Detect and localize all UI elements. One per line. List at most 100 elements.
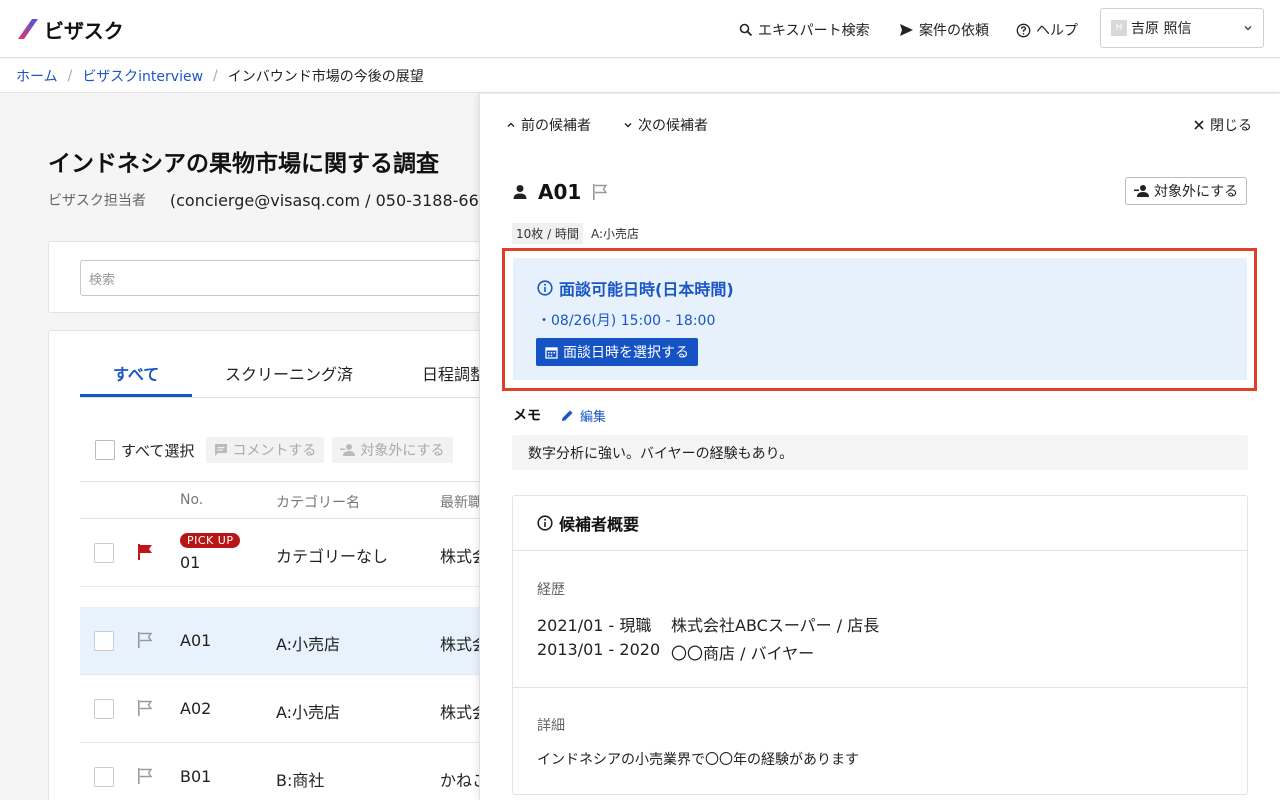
logo-text: ビザスク [44, 18, 124, 43]
availability-box: 面談可能日時(日本時間) ・08/26(月) 15:00 - 18:00 面談日… [513, 258, 1247, 380]
breadcrumb-home[interactable]: ホーム [16, 66, 58, 86]
detail-text: インドネシアの小売業界で〇〇年の経験があります [537, 752, 859, 768]
availability-slot: ・08/26(月) 15:00 - 18:00 [537, 313, 716, 329]
table-row[interactable]: B01 B:商社 かねこ [80, 743, 510, 800]
col-no: No. [180, 492, 204, 508]
next-candidate-label: 次の候補者 [638, 118, 708, 134]
career-desc: 株式会社ABCスーパー / 店長 [671, 616, 880, 635]
overview-title: 候補者概要 [559, 515, 640, 534]
active-tab-indicator [80, 394, 192, 397]
row-no: 01 [180, 553, 201, 572]
flag-outline-icon[interactable] [136, 767, 154, 785]
calendar-icon [545, 346, 558, 359]
flag-filled-icon[interactable] [136, 543, 154, 561]
user-name: 吉原 照信 [1131, 21, 1192, 37]
flag-outline-icon[interactable] [136, 631, 154, 649]
logo[interactable]: ビザスク [16, 15, 124, 43]
row-no: A02 [180, 699, 212, 718]
pickup-badge: PICK UP [180, 533, 241, 548]
select-all-checkbox[interactable] [95, 440, 115, 460]
pencil-icon [562, 410, 573, 421]
row-checkbox[interactable] [94, 699, 114, 719]
bulk-comment-label: コメントする [232, 443, 317, 459]
info-icon [537, 280, 553, 296]
person-icon [513, 185, 527, 199]
close-panel-button[interactable]: 閉じる [1193, 115, 1252, 135]
person-remove-icon [1134, 185, 1149, 197]
select-interview-time-label: 面談日時を選択する [563, 345, 689, 361]
availability-title: 面談可能日時(日本時間) [537, 276, 734, 300]
nav-request[interactable]: 案件の依頼 [899, 19, 989, 41]
prev-candidate-label: 前の候補者 [521, 118, 591, 134]
col-latest: 最新職 [440, 495, 482, 511]
overview-divider [513, 687, 1247, 688]
memo-header: メモ 編集 [513, 405, 606, 425]
row-no: B01 [180, 767, 212, 786]
bulk-exclude-button[interactable]: 対象外にする [332, 437, 453, 463]
career-entry: 2013/01 - 2020 〇〇商店 / バイヤー [537, 640, 814, 664]
select-all-label: すべて選択 [121, 441, 195, 460]
candidate-heading: A01 [512, 180, 609, 204]
chevron-down-icon [1244, 26, 1252, 31]
nav-help-label: ヘルプ [1036, 23, 1078, 39]
user-menu[interactable]: H 吉原 照信 [1100, 8, 1264, 48]
tab-all[interactable]: すべて [113, 361, 159, 385]
candidate-overview-card: 候補者概要 経歴 2021/01 - 現職 株式会社ABCスーパー / 店長 2… [512, 495, 1248, 795]
row-checkbox[interactable] [94, 767, 114, 787]
owner-row: ビザスク担当者 (concierge@visasq.com / 050-3188… [48, 190, 479, 210]
breadcrumb: ホーム / ビザスクinterview / インバウンド市場の今後の展望 [0, 59, 1280, 93]
breadcrumb-interview[interactable]: ビザスクinterview [82, 66, 203, 86]
person-remove-icon [340, 444, 356, 456]
memo-edit-label: 編集 [580, 409, 607, 425]
nav-help[interactable]: ヘルプ [1016, 19, 1078, 41]
select-interview-time-button[interactable]: 面談日時を選択する [536, 338, 698, 366]
close-panel-label: 閉じる [1210, 118, 1252, 134]
career-period: 2021/01 - 現職 [537, 616, 652, 635]
availability-title-text: 面談可能日時(日本時間) [559, 280, 734, 299]
col-category: カテゴリー名 [276, 495, 360, 511]
row-category: A:小売店 [276, 703, 341, 722]
row-checkbox[interactable] [94, 631, 114, 651]
next-candidate-button[interactable]: 次の候補者 [623, 115, 708, 135]
table-row[interactable]: A01 A:小売店 株式会 [80, 607, 510, 675]
bulk-actions: すべて選択 コメントする 対象外にする [95, 437, 461, 463]
send-icon [900, 24, 913, 36]
top-header: ビザスク エキスパート検索 案件の依頼 ヘルプ H 吉原 照信 [0, 0, 1280, 58]
table-row[interactable]: A02 A:小売店 株式会 [80, 675, 510, 743]
info-icon [537, 515, 553, 531]
rate-badge: 10枚 / 時間 [512, 223, 583, 244]
memo-edit-button[interactable]: 編集 [561, 406, 606, 425]
career-period: 2013/01 - 2020 [537, 640, 661, 659]
exclude-candidate-button[interactable]: 対象外にする [1125, 177, 1248, 205]
tab-screened[interactable]: スクリーニング済 [225, 361, 353, 385]
breadcrumb-separator: / [213, 67, 218, 84]
comment-icon [215, 444, 228, 456]
nav-expert-search[interactable]: エキスパート検索 [739, 19, 870, 41]
search-card: 検索 [48, 241, 508, 313]
flag-outline-icon[interactable] [136, 699, 154, 717]
chevron-down-icon [624, 123, 632, 128]
logo-mark-icon [18, 19, 38, 39]
tab-scheduling[interactable]: 日程調整 [422, 361, 486, 385]
close-icon [1194, 120, 1204, 130]
flag-outline-icon[interactable] [591, 183, 609, 201]
owner-label: ビザスク担当者 [48, 193, 146, 209]
bulk-exclude-label: 対象外にする [360, 443, 445, 459]
memo-text: 数字分析に強い。バイヤーの経験もあり。 [512, 435, 1248, 470]
bulk-comment-button[interactable]: コメントする [206, 437, 325, 463]
search-icon [739, 23, 753, 37]
table-row[interactable]: PICK UP 01 カテゴリーなし 株式会 [80, 519, 510, 587]
row-category: A:小売店 [276, 635, 341, 654]
avatar: H [1111, 20, 1127, 36]
candidate-list-card: すべて スクリーニング済 日程調整 すべて選択 コメントする 対象外にする No… [48, 330, 510, 800]
prev-candidate-button[interactable]: 前の候補者 [506, 115, 591, 135]
row-no: A01 [180, 631, 212, 650]
breadcrumb-separator: / [67, 67, 73, 84]
career-entry: 2021/01 - 現職 株式会社ABCスーパー / 店長 [537, 612, 879, 636]
row-category: B:商社 [276, 771, 325, 790]
detail-label: 詳細 [537, 718, 565, 734]
row-checkbox[interactable] [94, 543, 114, 563]
page-title: インドネシアの果物市場に関する調査 [48, 151, 439, 177]
career-desc: 〇〇商店 / バイヤー [671, 644, 815, 663]
search-input[interactable]: 検索 [80, 260, 500, 296]
